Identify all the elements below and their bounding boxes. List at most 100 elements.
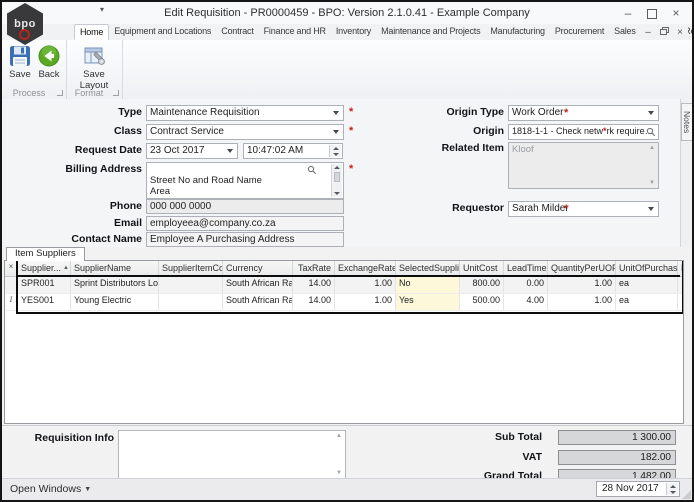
column-header-unitcost[interactable]: UnitCost xyxy=(460,261,504,276)
notes-tab[interactable]: Notes xyxy=(681,103,692,141)
tab-manufacturing[interactable]: Manufacturing xyxy=(485,24,549,40)
date-spin-buttons[interactable] xyxy=(666,483,678,495)
cell-taxrate[interactable]: 14.00 xyxy=(293,294,335,310)
type-combobox[interactable]: Maintenance Requisition xyxy=(146,105,344,121)
column-header-supplier[interactable]: Supplier... ▲ xyxy=(18,261,71,276)
spin-down-icon xyxy=(669,490,676,494)
billing-address-scrollbar[interactable] xyxy=(331,164,342,197)
cell-suppliername[interactable]: Young Electric xyxy=(71,294,159,310)
tab-contract[interactable]: Contract xyxy=(216,24,258,40)
spin-up-icon xyxy=(332,146,339,150)
request-date-value: 23 Oct 2017 xyxy=(150,145,205,156)
column-header-exchangerate[interactable]: ExchangeRate xyxy=(335,261,396,276)
process-dialog-launcher-icon[interactable] xyxy=(57,90,63,96)
save-layout-button[interactable]: Save Layout xyxy=(70,44,118,91)
cell-suppliercode[interactable]: SPR001 xyxy=(18,277,71,293)
column-header-selectedsupplier[interactable]: SelectedSupplier xyxy=(396,261,460,276)
column-header-truncated[interactable]: M xyxy=(678,261,683,276)
tab-procurement[interactable]: Procurement xyxy=(550,24,609,40)
cell-selectedsupplier[interactable]: No xyxy=(396,277,460,293)
spin-down-icon xyxy=(332,152,339,156)
back-arrow-icon xyxy=(38,45,60,67)
tab-inventory[interactable]: Inventory xyxy=(331,24,376,40)
ribbon: Save Back Process Save Layout Format xyxy=(2,40,692,100)
item-suppliers-tab[interactable]: Item Suppliers xyxy=(6,247,85,261)
request-date-picker[interactable]: 23 Oct 2017 xyxy=(146,143,238,159)
mdi-close-icon[interactable]: × xyxy=(672,25,688,40)
tab-finance-and-hr[interactable]: Finance and HR xyxy=(259,24,331,40)
cell-currency[interactable]: South African Rand xyxy=(223,277,293,293)
request-time-spinner[interactable]: 10:47:02 AM xyxy=(243,143,343,159)
origin-label: Origin xyxy=(473,125,504,137)
column-header-unitofpurchase[interactable]: UnitOfPurchase xyxy=(616,261,678,276)
related-item-label: Related Item xyxy=(441,142,504,154)
contact-name-value: Employee A Purchasing Address xyxy=(150,234,295,245)
cell-exchangerate[interactable]: 1.00 xyxy=(335,294,396,310)
tab-equipment-and-locations[interactable]: Equipment and Locations xyxy=(109,24,216,40)
cell-unitcost[interactable]: 800.00 xyxy=(460,277,504,293)
tab-sales[interactable]: Sales xyxy=(609,24,641,40)
sub-total-label: Sub Total xyxy=(494,431,542,443)
email-field[interactable]: employeea@company.co.za xyxy=(146,216,344,231)
close-icon[interactable]: × xyxy=(664,2,688,24)
cell-unitofpurchase[interactable]: ea xyxy=(616,294,678,310)
column-header-currency[interactable]: Currency xyxy=(223,261,293,276)
search-icon[interactable] xyxy=(646,127,656,137)
cell-currency[interactable]: South African Rand xyxy=(223,294,293,310)
mdi-restore-icon[interactable] xyxy=(656,25,672,40)
cell-supplieritemcode[interactable] xyxy=(159,277,223,293)
billing-address-field[interactable]: Street No and Road Name Area City xyxy=(146,162,344,199)
format-dialog-launcher-icon[interactable] xyxy=(113,90,119,96)
column-header-supplieritemcode[interactable]: SupplierItemCode xyxy=(159,261,223,276)
contact-name-label: Contact Name xyxy=(71,233,142,245)
cell-suppliername[interactable]: Sprint Distributors Local xyxy=(71,277,159,293)
column-header-quantityperuop[interactable]: QuantityPerUOP xyxy=(548,261,616,276)
open-windows-button[interactable]: Open Windows ▼ xyxy=(10,479,91,500)
cell-suppliercode[interactable]: YES001 xyxy=(18,294,71,310)
totals-footer: Requisition Info ▲ ▼ Sub Total 1 300.00 … xyxy=(2,425,692,484)
tab-maintenance-and-projects[interactable]: Maintenance and Projects xyxy=(376,24,485,40)
resize-grip[interactable] xyxy=(682,490,691,499)
column-header-taxrate[interactable]: TaxRate xyxy=(293,261,335,276)
cell-leadtime[interactable]: 4.00 xyxy=(504,294,548,310)
maximize-icon[interactable] xyxy=(640,2,664,24)
spin-up-icon xyxy=(669,484,676,488)
mdi-minimize-icon[interactable]: – xyxy=(640,25,656,40)
origin-field[interactable]: 1818-1-1 - Check netw*rk require… xyxy=(508,124,659,140)
cell-supplieritemcode[interactable] xyxy=(159,294,223,310)
search-icon[interactable] xyxy=(307,165,317,175)
origin-type-combobox[interactable]: Work Order * xyxy=(508,105,659,121)
status-date-picker[interactable]: 28 Nov 2017 xyxy=(596,481,680,497)
cell-quantityperuop[interactable]: 1.00 xyxy=(548,294,616,310)
filter-x-icon[interactable]: × xyxy=(5,261,18,276)
requisition-info-field[interactable]: ▲ ▼ xyxy=(118,430,346,479)
row-indicator xyxy=(5,277,18,293)
table-row[interactable]: SPR001 Sprint Distributors Local South A… xyxy=(5,277,683,294)
group-label-process: Process xyxy=(12,88,46,98)
cell-exchangerate[interactable]: 1.00 xyxy=(335,277,396,293)
column-header-suppliername[interactable]: SupplierName xyxy=(71,261,159,276)
cell-truncated[interactable] xyxy=(678,277,683,293)
back-button[interactable]: Back xyxy=(32,44,66,80)
contact-name-field[interactable]: Employee A Purchasing Address xyxy=(146,232,344,247)
origin-type-label: Origin Type xyxy=(446,106,504,118)
tab-home[interactable]: Home xyxy=(74,24,110,40)
cell-unitcost[interactable]: 500.00 xyxy=(460,294,504,310)
cell-leadtime[interactable]: 0.00 xyxy=(504,277,548,293)
class-combobox[interactable]: Contract Service xyxy=(146,124,344,140)
minimize-icon[interactable]: – xyxy=(616,2,640,24)
phone-field: 000 000 0000 xyxy=(146,199,344,214)
scroll-up-icon: ▲ xyxy=(336,433,342,439)
cell-selectedsupplier[interactable]: Yes xyxy=(396,294,460,310)
grid-header-row: × Supplier... ▲ SupplierName SupplierItem… xyxy=(5,261,683,277)
table-row[interactable]: I YES001 Young Electric South African Ra… xyxy=(5,294,683,311)
cell-truncated[interactable] xyxy=(678,294,683,310)
cell-quantityperuop[interactable]: 1.00 xyxy=(548,277,616,293)
cell-unitofpurchase[interactable]: ea xyxy=(616,277,678,293)
open-windows-label: Open Windows xyxy=(10,483,82,495)
requestor-combobox[interactable]: Sarah Milder * xyxy=(508,201,659,217)
cell-taxrate[interactable]: 14.00 xyxy=(293,277,335,293)
scroll-down-icon: ▼ xyxy=(336,470,342,476)
time-spin-buttons[interactable] xyxy=(329,145,341,157)
column-header-leadtime[interactable]: LeadTime xyxy=(504,261,548,276)
